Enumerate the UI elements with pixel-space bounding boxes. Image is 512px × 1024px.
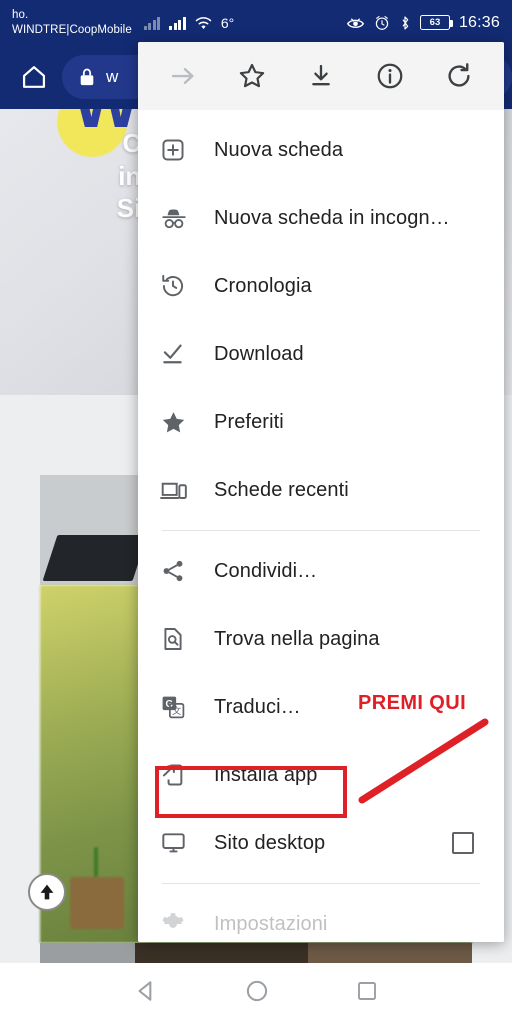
eye-comfort-icon <box>346 17 365 28</box>
forward-arrow-icon <box>171 67 194 85</box>
translate-icon: G 文 <box>160 694 200 720</box>
card-image-industrial <box>40 943 472 963</box>
forward-button[interactable] <box>159 52 207 100</box>
info-circle-icon <box>377 63 403 89</box>
menu-item-label: Nuova scheda in incogn… <box>214 206 450 229</box>
menu-item-find-in-page[interactable]: Trova nella pagina <box>138 605 504 673</box>
download-page-button[interactable] <box>297 52 345 100</box>
menu-divider <box>162 883 480 884</box>
url-text: w <box>106 67 119 86</box>
menu-item-label: Download <box>214 342 304 365</box>
temperature-label: 6° <box>220 14 235 31</box>
menu-item-label: Cronologia <box>214 274 312 297</box>
menu-item-label: Trova nella pagina <box>214 627 380 650</box>
nav-recents-button[interactable] <box>355 979 379 1008</box>
download-check-icon <box>160 341 200 367</box>
callout-arrow <box>358 718 489 804</box>
menu-item-history[interactable]: Cronologia <box>138 252 504 320</box>
clock-label: 16:36 <box>458 13 500 31</box>
scroll-to-top-button[interactable] <box>28 873 66 911</box>
share-icon <box>160 558 200 584</box>
menu-item-downloads[interactable]: Download <box>138 320 504 388</box>
desktop-site-checkbox[interactable] <box>452 832 474 854</box>
new-tab-icon <box>160 137 200 163</box>
menu-item-list: Nuova scheda Nuova scheda in incogn… Cro… <box>138 110 504 942</box>
home-icon <box>22 66 46 88</box>
download-icon <box>312 64 330 86</box>
reload-icon <box>448 63 470 87</box>
incognito-icon <box>160 205 200 231</box>
menu-item-label: Schede recenti <box>214 478 349 501</box>
star-outline-icon <box>239 63 264 88</box>
signal-bars-icon <box>169 16 186 30</box>
nav-back-button[interactable] <box>133 978 159 1009</box>
menu-item-label: Traduci… <box>214 695 301 718</box>
bookmark-button[interactable] <box>228 52 276 100</box>
menu-item-label: Sito desktop <box>214 831 326 854</box>
find-in-page-icon <box>160 626 200 652</box>
back-triangle-icon <box>138 981 152 1001</box>
menu-item-label: Nuova scheda <box>214 138 344 161</box>
menu-divider <box>162 530 480 531</box>
recent-tabs-icon <box>160 478 200 502</box>
star-filled-icon <box>160 409 200 436</box>
menu-item-label: Preferiti <box>214 410 284 433</box>
home-button[interactable] <box>12 55 56 99</box>
svg-text:文: 文 <box>172 705 181 716</box>
bluetooth-icon <box>402 15 409 30</box>
battery-icon: 63 <box>419 15 453 30</box>
settings-icon <box>160 911 200 937</box>
recents-square-icon <box>358 982 377 1000</box>
menu-item-settings[interactable]: Impostazioni <box>138 890 504 942</box>
menu-item-share[interactable]: Condividi… <box>138 537 504 605</box>
menu-item-label: Condividi… <box>214 559 318 582</box>
callout-text: PREMI QUI <box>358 692 467 714</box>
reload-button[interactable] <box>435 52 483 100</box>
menu-item-label: Installa app <box>214 763 318 786</box>
carrier-line-2: WINDTRE|CoopMobile <box>12 23 132 36</box>
status-bar: ho. WINDTRE|CoopMobile 6° 63 16:36 <box>0 0 512 45</box>
carrier-label: ho. WINDTRE|CoopMobile <box>12 8 132 37</box>
scroll-to-top-icon <box>40 884 54 900</box>
page-info-button[interactable] <box>366 52 414 100</box>
device-screen: W Consu…in Mate…Sicurez… SERV <box>0 0 512 1024</box>
menu-item-new-tab[interactable]: Nuova scheda <box>138 116 504 184</box>
menu-icon-toolbar <box>138 42 504 110</box>
battery-level: 63 <box>429 16 441 28</box>
menu-item-bookmarks[interactable]: Preferiti <box>138 388 504 456</box>
menu-item-new-incognito-tab[interactable]: Nuova scheda in incogn… <box>138 184 504 252</box>
wifi-icon <box>195 16 212 29</box>
alarm-clock-icon <box>375 15 389 30</box>
history-icon <box>160 273 200 299</box>
carrier-line-1: ho. <box>12 9 29 22</box>
home-circle-icon <box>246 980 268 1002</box>
lock-icon <box>80 68 94 86</box>
android-nav-bar <box>0 963 512 1024</box>
install-app-icon <box>160 762 200 788</box>
menu-item-recent-tabs[interactable]: Schede recenti <box>138 456 504 524</box>
signal-bars-icon <box>143 16 161 30</box>
nav-home-button[interactable] <box>244 978 270 1009</box>
menu-item-label: Impostazioni <box>214 912 328 935</box>
desktop-icon <box>160 830 200 856</box>
menu-item-desktop-site[interactable]: Sito desktop <box>138 809 504 877</box>
